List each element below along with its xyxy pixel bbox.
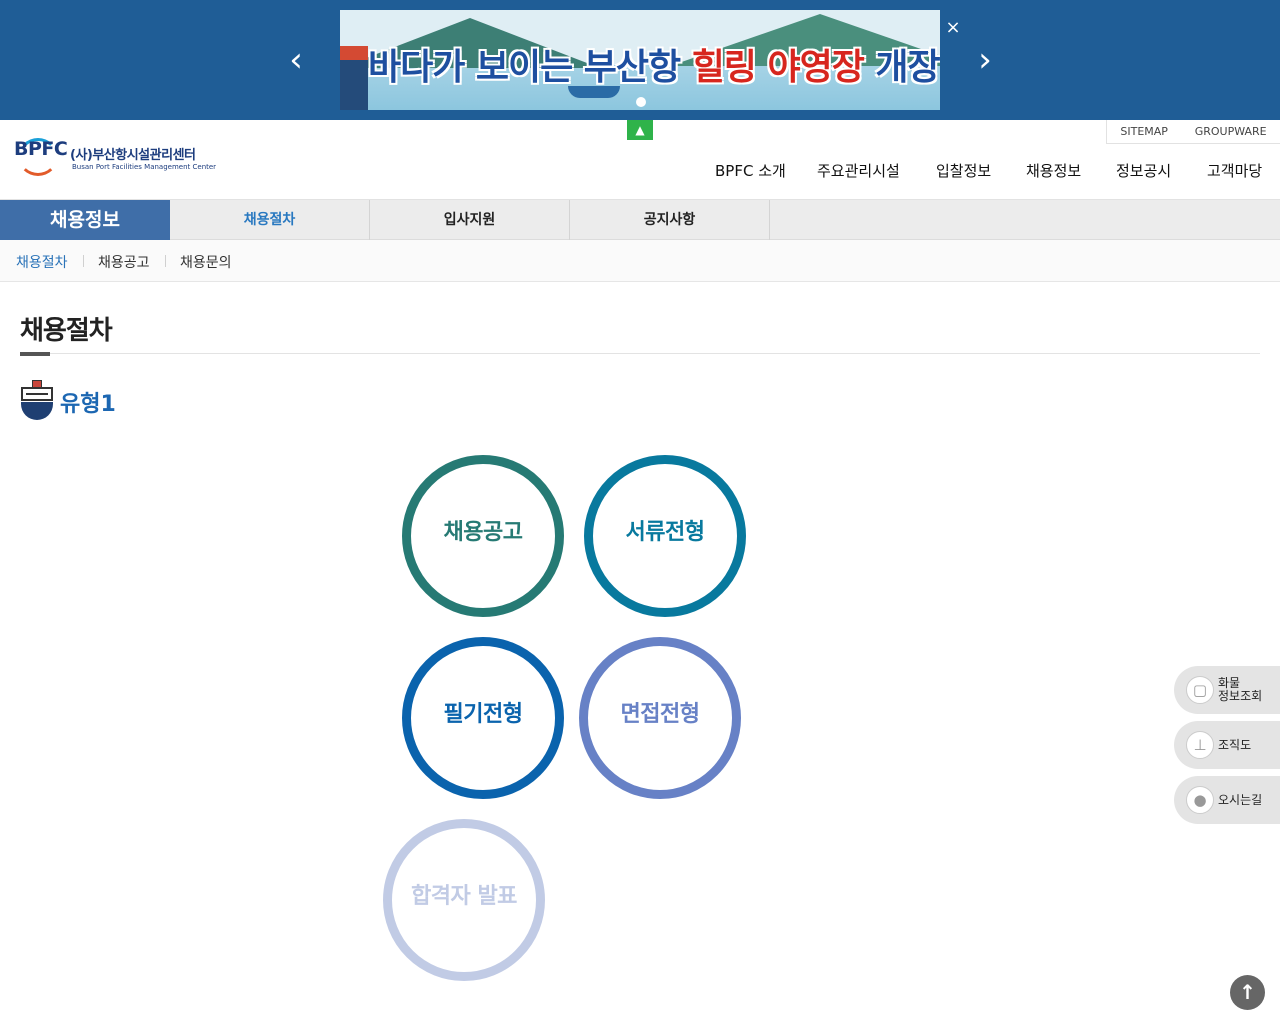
gnb-item-bidding[interactable]: 입찰정보 (936, 160, 991, 181)
divider (165, 255, 166, 267)
tab-apply[interactable]: 입사지원 (370, 200, 570, 240)
gnb-item-about[interactable]: BPFC 소개 (715, 160, 786, 181)
lighthouse-illustration (340, 46, 368, 110)
sitemap-link[interactable]: SITEMAP (1120, 125, 1168, 138)
chevron-right-icon: › (978, 40, 992, 80)
thirdnav-item-inquiry[interactable]: 채용문의 (180, 252, 232, 272)
chevron-left-icon: ‹ (289, 40, 303, 80)
ship-icon (20, 380, 54, 420)
quick-cargo-label-line1: 화물 (1218, 676, 1241, 690)
quick-directions-label: 오시는길 (1218, 793, 1263, 807)
banner-next-button[interactable]: › (965, 38, 1005, 82)
thirdnav-item-process[interactable]: 채용절차 (16, 252, 68, 272)
map-pin-icon: ● (1186, 786, 1214, 814)
banner-headline-text: 바다가 보이는 부산항 (368, 47, 692, 88)
top-banner: ‹ 바다가 보이는 부산항 힐링 야영장 개장 × › (0, 0, 1280, 120)
step-circle-result-announcement: 합격자 발표 (383, 819, 545, 981)
scroll-to-top-button[interactable]: ↑ (1230, 975, 1265, 1010)
tab-notices[interactable]: 공지사항 (570, 200, 770, 240)
gnb-item-disclosure[interactable]: 정보공시 (1116, 160, 1171, 181)
third-navigation: 채용절차 채용공고 채용문의 (0, 240, 1280, 282)
banner-headline: 바다가 보이는 부산항 힐링 야영장 개장 (368, 38, 940, 90)
gnb-item-recruitment[interactable]: 채용정보 (1026, 160, 1081, 181)
banner-headline-text-end: 개장 (863, 47, 940, 88)
gnb-item-facilities[interactable]: 주요관리시설 (817, 160, 900, 181)
step-circle-written-test: 필기전형 (402, 637, 564, 799)
step-circle-document-screening: 서류전형 (584, 455, 746, 617)
step-circle-announcement: 채용공고 (402, 455, 564, 617)
box-icon: ▢ (1186, 676, 1214, 704)
banner-headline-highlight: 힐링 야영장 (691, 47, 865, 88)
org-chart-icon: ⊥ (1186, 731, 1214, 759)
groupware-link[interactable]: GROUPWARE (1195, 125, 1267, 138)
banner-close-button[interactable]: × (944, 18, 962, 38)
quick-cargo-label: 화물 정보조회 (1218, 677, 1262, 703)
logo-mark: BPFC (14, 138, 68, 160)
main-navigation: BPFC 소개 주요관리시설 입찰정보 채용정보 정보공시 고객마당 (0, 160, 1280, 184)
banner-pager-dot[interactable] (636, 97, 646, 107)
page-title: 채용절차 (20, 316, 113, 346)
divider (83, 255, 84, 267)
quick-org-label: 조직도 (1218, 738, 1252, 752)
step-label: 채용공고 (443, 520, 523, 545)
utility-links: SITEMAP GROUPWARE (1106, 120, 1280, 144)
thirdnav-item-announcement[interactable]: 채용공고 (98, 252, 150, 272)
close-icon: × (945, 17, 961, 38)
banner-toggle-button[interactable]: ▲ (627, 120, 653, 140)
quick-cargo-label-line2: 정보조회 (1218, 689, 1263, 703)
section-title: 채용정보 (0, 200, 170, 240)
banner-prev-button[interactable]: ‹ (276, 38, 316, 82)
type-label: 유형1 (60, 392, 116, 417)
arrow-up-icon: ↑ (1239, 980, 1256, 1004)
chevron-up-icon: ▲ (635, 123, 645, 137)
gnb-item-customer[interactable]: 고객마당 (1207, 160, 1262, 181)
step-label: 서류전형 (625, 520, 705, 545)
step-label: 면접전형 (620, 702, 700, 727)
quick-cargo-info[interactable]: ▢ 화물 정보조회 (1174, 666, 1280, 714)
step-label: 필기전형 (443, 702, 523, 727)
banner-slide[interactable]: 바다가 보이는 부산항 힐링 야영장 개장 (340, 10, 940, 110)
step-circle-interview: 면접전형 (579, 637, 741, 799)
step-label: 합격자 발표 (411, 884, 517, 909)
site-header: BPFC (사)부산항시설관리센터 Busan Port Facilities … (0, 120, 1280, 200)
quick-directions[interactable]: ● 오시는길 (1174, 776, 1280, 824)
tab-recruitment-process[interactable]: 채용절차 (170, 200, 370, 240)
title-accent-bar (20, 352, 50, 356)
quick-org-chart[interactable]: ⊥ 조직도 (1174, 721, 1280, 769)
sub-navigation: 채용정보 채용절차 입사지원 공지사항 (0, 200, 1280, 240)
title-divider (20, 353, 1260, 354)
